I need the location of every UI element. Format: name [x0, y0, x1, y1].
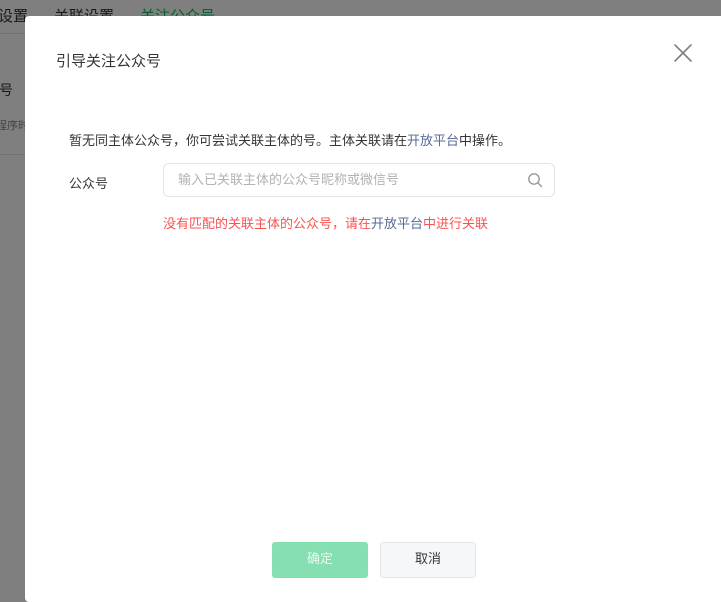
notice-prefix: 暂无同主体公众号，你可尝试关联主体的号。主体关联请在 [69, 134, 408, 149]
error-open-platform-link[interactable]: 开放平台 [371, 217, 423, 232]
official-account-search-box[interactable] [163, 163, 555, 197]
dialog-title: 引导关注公众号 [56, 52, 162, 70]
error-suffix: 中进行关联 [423, 217, 489, 232]
close-button[interactable] [671, 41, 695, 65]
notice-suffix: 中操作。 [459, 134, 512, 149]
cancel-button[interactable]: 取消 [380, 542, 476, 578]
search-icon[interactable] [527, 172, 543, 188]
official-account-search-input[interactable] [178, 164, 508, 196]
close-icon [674, 44, 692, 62]
follow-official-account-dialog: 引导关注公众号 暂无同主体公众号，你可尝试关联主体的号。主体关联请在开放平台中操… [25, 16, 721, 602]
notice-text: 暂无同主体公众号，你可尝试关联主体的号。主体关联请在开放平台中操作。 [69, 130, 511, 149]
confirm-button[interactable]: 确定 [272, 542, 368, 578]
error-prefix: 没有匹配的关联主体的公众号，请在 [163, 217, 372, 232]
official-account-label: 公众号 [69, 177, 109, 192]
no-match-error-message: 没有匹配的关联主体的公众号，请在开放平台中进行关联 [163, 213, 488, 232]
open-platform-link[interactable]: 开放平台 [407, 134, 459, 149]
